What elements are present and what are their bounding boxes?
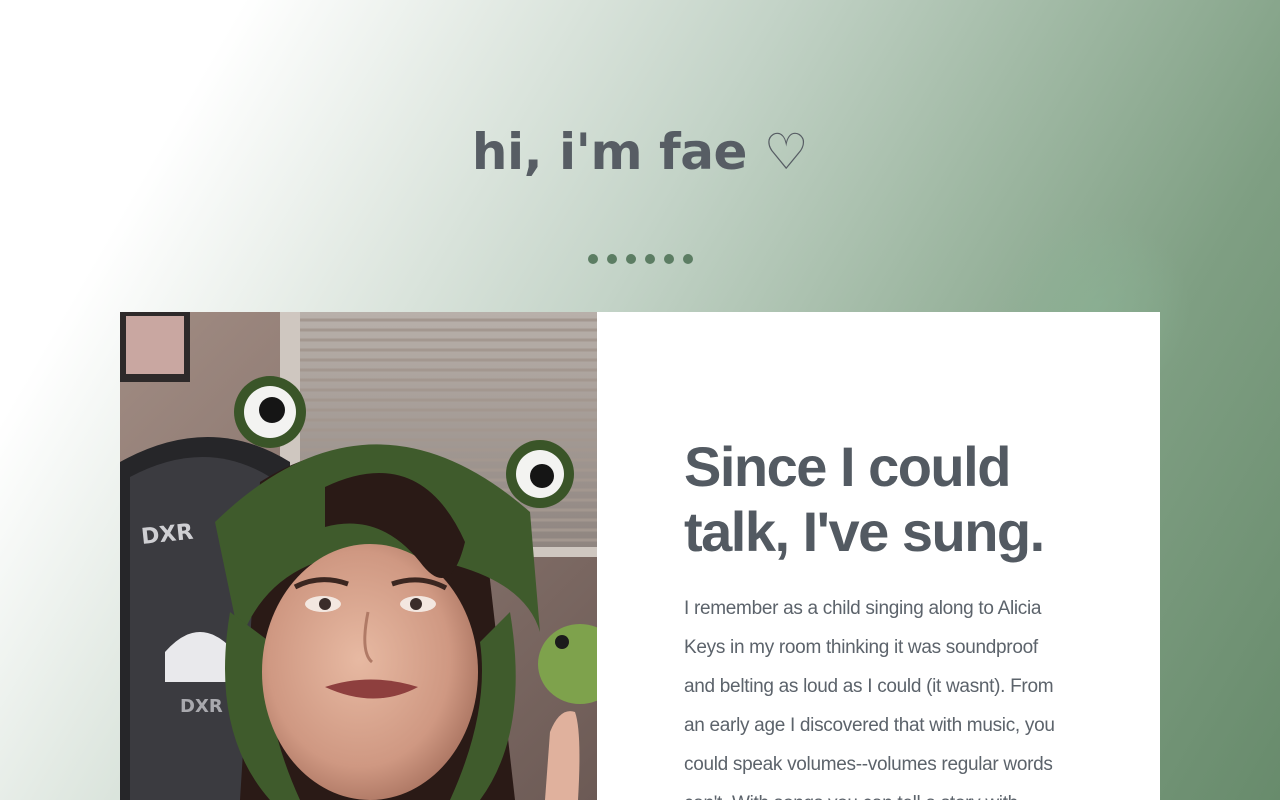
divider-dot	[644, 254, 655, 264]
divider-dot	[606, 254, 617, 264]
about-heading: Since I could talk, I've sung.	[684, 435, 1045, 563]
divider-dot	[663, 254, 674, 264]
page-title: hi, i'm fae ♡	[471, 123, 809, 181]
about-body-text: I remember as a child singing along to A…	[684, 598, 1055, 800]
divider-dot	[625, 254, 636, 264]
dot-divider	[0, 254, 1280, 264]
about-card: Since I could talk, I've sung. I remembe…	[597, 312, 1160, 800]
profile-photo: DXR DXR	[120, 312, 597, 800]
divider-dot	[587, 254, 598, 264]
divider-dot	[682, 254, 693, 264]
chair-logo-text: DXR	[180, 696, 223, 717]
